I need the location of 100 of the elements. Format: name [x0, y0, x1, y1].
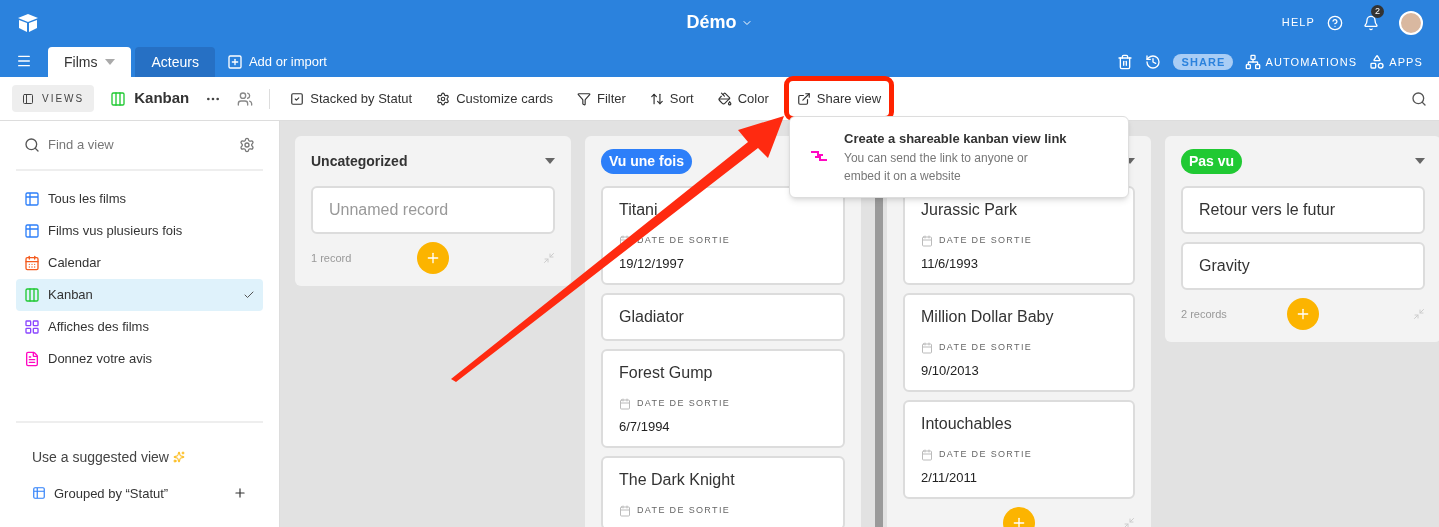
toolbar-button[interactable]: Share view	[788, 80, 890, 117]
view-list-item[interactable]: Affiches des films	[16, 311, 263, 343]
field-label: DATE DE SORTIE	[939, 234, 1033, 247]
field-value: 6/7/1994	[619, 417, 671, 436]
date-field-icon	[921, 234, 933, 247]
date-field-icon	[921, 341, 933, 354]
caret-icon[interactable]	[1415, 158, 1425, 164]
plus-icon	[425, 250, 441, 266]
notification-count: 2	[1371, 4, 1384, 18]
record-card[interactable]: The Dark Knight DATE DE SORTIE	[601, 456, 845, 527]
view-list-item[interactable]: Kanban	[16, 279, 263, 311]
view-list-item[interactable]: Tous les films	[16, 183, 263, 215]
view-list-item[interactable]: Calendar	[16, 247, 263, 279]
shapes-icon	[1369, 54, 1386, 70]
view-list-item[interactable]: Films vus plusieurs fois	[16, 215, 263, 247]
field-value: 11/6/1993	[921, 254, 979, 273]
search-icon	[24, 137, 40, 153]
bell-icon[interactable]	[1363, 14, 1379, 31]
record-title: Unnamed record	[329, 200, 450, 220]
logo-icon[interactable]	[16, 12, 40, 33]
field-label: DATE DE SORTIE	[637, 504, 731, 517]
form-view-icon	[24, 351, 40, 367]
settings-icon[interactable]	[239, 137, 255, 153]
table-tab[interactable]: Acteurs	[135, 47, 215, 77]
link-icon	[810, 149, 828, 163]
find-view-input[interactable]: Find a view	[48, 135, 231, 155]
record-card[interactable]: Forest Gump DATE DE SORTIE 6/7/1994	[601, 349, 845, 448]
plus-square-icon	[226, 54, 243, 70]
record-card[interactable]: Intouchables DATE DE SORTIE 2/11/2011	[903, 400, 1135, 499]
date-field-icon	[619, 397, 631, 410]
filter-icon	[576, 91, 591, 106]
record-title: Intouchables	[921, 414, 1013, 434]
date-field-icon	[921, 448, 933, 461]
trash-icon[interactable]	[1117, 54, 1134, 70]
view-list-item[interactable]: Donnez votre avis	[16, 343, 263, 375]
record-title: Gravity	[1199, 256, 1251, 276]
suggested-view-item[interactable]: Grouped by “Statut”	[32, 483, 247, 503]
record-card[interactable]: Retour vers le futur	[1181, 186, 1425, 234]
column-title: Uncategorized	[311, 151, 408, 171]
share-popup[interactable]: Create a shareable kanban view link You can send the link to anyone or embed it on a website	[789, 116, 1129, 198]
record-card[interactable]: Gladiator	[601, 293, 845, 341]
field-value: 9/10/2013	[921, 361, 980, 380]
popup-description: You can send the link to anyone or embed it on a website	[844, 149, 1029, 185]
checkbox-icon	[290, 91, 305, 106]
grid-view-icon	[24, 191, 40, 207]
find-view-field[interactable]: Find a view	[16, 121, 263, 171]
record-card[interactable]: Million Dollar Baby DATE DE SORTIE 9/10/2013	[903, 293, 1135, 392]
toolbar-button[interactable]: Stacked by Statut	[286, 84, 417, 113]
date-field-icon	[619, 504, 631, 517]
apps-button[interactable]: APPS	[1369, 53, 1423, 71]
caret-icon[interactable]	[545, 158, 555, 164]
field-label: DATE DE SORTIE	[637, 397, 731, 410]
plus-icon	[1011, 515, 1027, 527]
network-icon	[1245, 54, 1262, 70]
status-badge: Pas vu	[1181, 148, 1243, 174]
record-card[interactable]: Gravity	[1181, 242, 1425, 290]
base-title[interactable]: Démo	[686, 9, 737, 36]
field-label: DATE DE SORTIE	[939, 341, 1033, 354]
popup-title: Create a shareable kanban view link	[844, 130, 1067, 148]
table-tab[interactable]: Films	[48, 47, 132, 77]
plus-icon	[1295, 306, 1311, 322]
kanban-view-icon	[110, 90, 127, 107]
people-icon[interactable]	[237, 90, 254, 107]
kanban-view-icon	[24, 287, 40, 303]
external-link-icon	[796, 91, 811, 106]
menu-icon[interactable]	[16, 53, 32, 69]
add-table-button[interactable]: Add or import	[218, 47, 335, 77]
suggested-view-heading: Use a suggested view	[32, 447, 169, 467]
sidebar-icon	[22, 92, 34, 105]
toolbar-button[interactable]: Filter	[572, 84, 630, 113]
help-icon[interactable]	[1327, 14, 1343, 31]
toolbar-button[interactable]: Customize cards	[432, 84, 557, 113]
record-title: Retour vers le futur	[1199, 200, 1337, 220]
record-title: Forest Gump	[619, 363, 714, 383]
record-title: Million Dollar Baby	[921, 307, 1055, 327]
views-button[interactable]: VIEWS	[12, 85, 95, 112]
paint-bucket-icon	[717, 91, 732, 106]
calendar-view-icon	[24, 255, 40, 271]
search-icon[interactable]	[1411, 90, 1427, 107]
view-name[interactable]: Kanban	[134, 87, 190, 110]
toolbar-button[interactable]: Sort	[645, 84, 698, 113]
record-title: Jurassic Park	[921, 200, 1019, 220]
help-link[interactable]: HELP	[1281, 14, 1315, 31]
record-count: 2 records	[1181, 306, 1228, 322]
record-title: The Dark Knight	[619, 470, 736, 490]
record-title: Titani	[619, 200, 659, 220]
record-count: 1 record	[311, 250, 353, 266]
toolbar-button[interactable]: Color	[713, 84, 773, 113]
record-title: Gladiator	[619, 307, 685, 327]
sparkle-icon	[172, 451, 185, 463]
field-label: DATE DE SORTIE	[939, 448, 1033, 461]
grid-view-icon	[24, 223, 40, 239]
plus-icon[interactable]	[233, 486, 247, 501]
status-badge: Vu une fois	[601, 148, 692, 174]
field-value: 19/12/1997	[619, 254, 686, 273]
avatar[interactable]	[1399, 10, 1423, 35]
history-icon[interactable]	[1145, 54, 1162, 70]
automations-button[interactable]: AUTOMATIONS	[1245, 53, 1358, 71]
check-icon	[243, 289, 255, 301]
sort-icon	[649, 91, 664, 106]
